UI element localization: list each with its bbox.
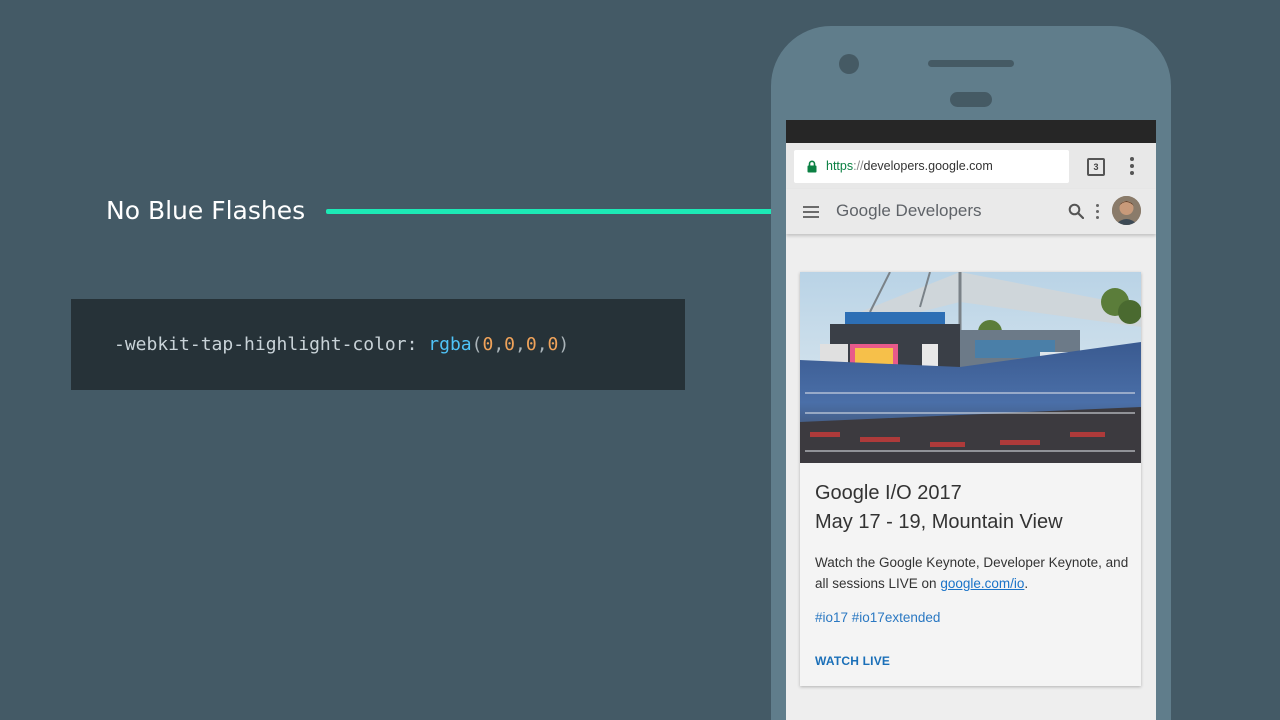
callout-label: No Blue Flashes: [106, 196, 306, 225]
address-bar[interactable]: https://developers.google.com: [794, 150, 1069, 183]
phone-camera: [839, 54, 859, 74]
lock-icon: [807, 160, 817, 173]
card-hashtags[interactable]: #io17 #io17extended: [815, 610, 940, 625]
event-card: Google I/O 2017 May 17 - 19, Mountain Vi…: [800, 272, 1141, 686]
phone-sensor: [950, 92, 992, 107]
phone-speaker: [928, 60, 1014, 67]
url-host: developers.google.com: [863, 159, 993, 173]
card-body: Watch the Google Keynote, Developer Keyn…: [815, 552, 1135, 594]
search-icon[interactable]: [1068, 203, 1084, 219]
code-comma: ,: [515, 334, 526, 355]
code-arg-g: 0: [504, 334, 516, 355]
phone-screen: https://developers.google.com 3 Google D…: [786, 120, 1156, 720]
code-arg-b: 0: [525, 334, 537, 355]
slide: No Blue Flashes -webkit-tap-highlight-co…: [0, 0, 1280, 720]
url-scheme: https: [826, 159, 854, 173]
tab-switcher-button[interactable]: 3: [1087, 158, 1105, 176]
code-comma: ,: [493, 334, 505, 355]
site-more-vert-icon[interactable]: [1096, 204, 1100, 220]
card-body-link[interactable]: google.com/io: [940, 576, 1024, 591]
phone-mockup: https://developers.google.com 3 Google D…: [771, 26, 1171, 720]
event-photo: [800, 272, 1141, 463]
code-arg-a: 0: [547, 334, 559, 355]
site-header: Google Developers: [786, 189, 1156, 234]
code-open-paren: (: [471, 334, 483, 355]
card-title-line1: Google I/O 2017: [815, 482, 962, 504]
watch-live-button[interactable]: WATCH LIVE: [815, 654, 890, 668]
code-line: -webkit-tap-highlight-color: rgba(0,0,0,…: [114, 334, 569, 355]
card-body-end: .: [1024, 576, 1029, 591]
card-title: Google I/O 2017 May 17 - 19, Mountain Vi…: [815, 479, 1135, 537]
callout-line: [326, 209, 774, 214]
code-function: rgba: [428, 334, 472, 355]
status-bar: [786, 120, 1156, 143]
code-arg-r: 0: [482, 334, 494, 355]
hamburger-icon[interactable]: [803, 206, 819, 218]
code-comma: ,: [536, 334, 548, 355]
url-separator: ://: [853, 159, 864, 173]
code-property: -webkit-tap-highlight-color:: [114, 334, 429, 355]
code-block: -webkit-tap-highlight-color: rgba(0,0,0,…: [71, 299, 685, 390]
more-vert-icon[interactable]: [1130, 157, 1134, 175]
browser-toolbar: https://developers.google.com 3: [786, 143, 1156, 189]
card-title-line2: May 17 - 19, Mountain View: [815, 511, 1063, 533]
code-close-paren: ): [558, 334, 570, 355]
site-title[interactable]: Google Developers: [836, 201, 982, 221]
avatar[interactable]: [1112, 196, 1141, 225]
url-text: https://developers.google.com: [826, 159, 993, 173]
